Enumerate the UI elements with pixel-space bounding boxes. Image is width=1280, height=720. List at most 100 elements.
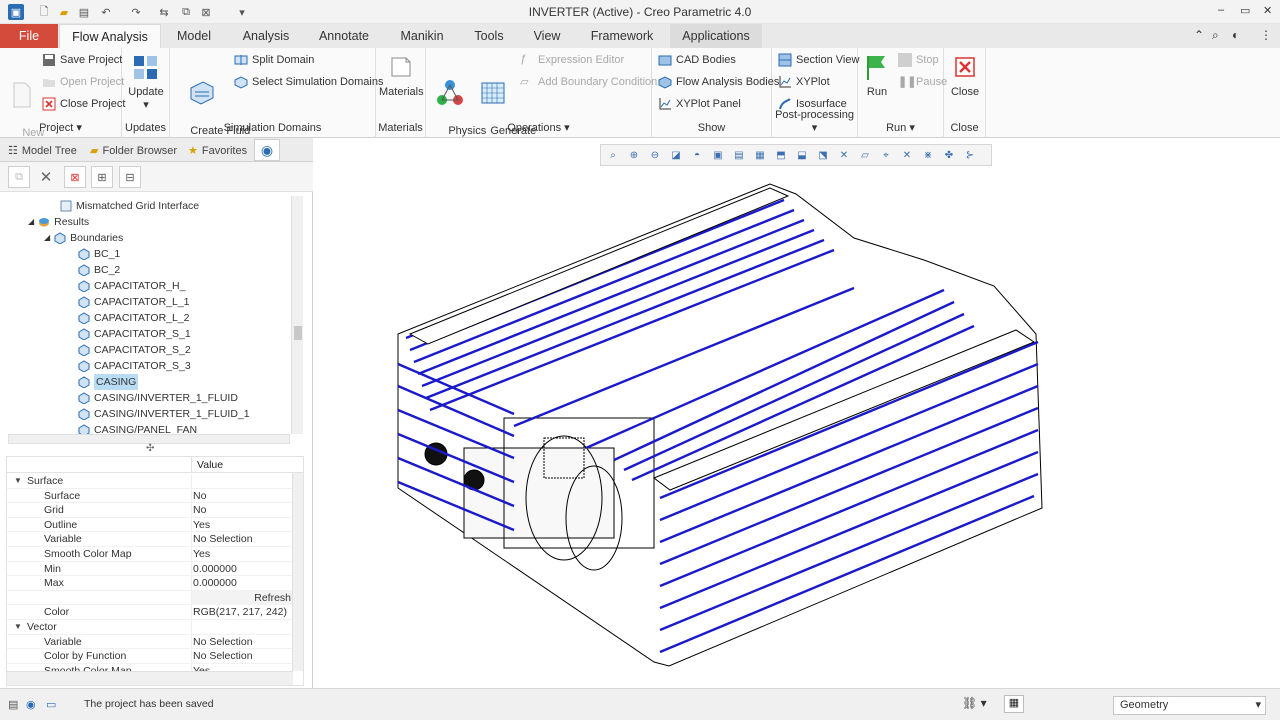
property-value[interactable]: No Selection xyxy=(193,532,253,547)
property-value[interactable]: 0.000000 xyxy=(193,562,237,577)
maximize-icon[interactable]: ▭ xyxy=(1240,4,1250,17)
expand-arrow-icon[interactable]: ◢ xyxy=(44,230,50,246)
browser-toggle-icon[interactable]: ▭ xyxy=(46,698,56,711)
xyplot-panel-button[interactable]: XYPlot Panel xyxy=(658,97,741,111)
property-row[interactable]: Variable No Selection xyxy=(7,634,293,650)
splitter-handle[interactable]: ✣ xyxy=(146,443,154,454)
property-row[interactable]: Smooth Color Map Yes xyxy=(7,547,293,562)
graphics-viewport[interactable]: ⌕ ⊕ ⊖ ◪ ◓ ▣ ▤ ▦ ⬒ ⬓ ⬔ ✕ ▱ ⌖ ✕ ⋇ ✤ ⊱ xyxy=(314,138,1280,688)
update-button[interactable]: Update ▾ xyxy=(126,52,166,112)
close-icon[interactable]: ✕ xyxy=(1263,4,1272,17)
property-category[interactable]: ▼ Surface xyxy=(7,474,293,489)
scroll-thumb[interactable] xyxy=(294,326,302,340)
property-category[interactable]: ▼ Vector xyxy=(7,620,293,635)
tab-model[interactable]: Model xyxy=(162,24,226,48)
xyplot-button[interactable]: XYPlot xyxy=(778,75,830,89)
split-domain-button[interactable]: Split Domain xyxy=(234,53,314,67)
expression-editor-button[interactable]: ƒ Expression Editor xyxy=(520,53,624,67)
search-icon[interactable]: ⌕ xyxy=(1212,28,1219,43)
property-value[interactable]: 0.000000 xyxy=(193,576,237,591)
tree-item[interactable]: CAPACITATOR_S_1 xyxy=(78,326,191,342)
tab-tools[interactable]: Tools xyxy=(464,24,514,48)
property-value[interactable]: RGB(217, 217, 242) xyxy=(193,605,287,620)
collapse-arrow-icon[interactable]: ▼ xyxy=(14,474,22,489)
flow-analysis-bodies-button[interactable]: Flow Analysis Bodies xyxy=(658,75,779,89)
tab-manikin[interactable]: Manikin xyxy=(390,24,454,48)
tab-flow-analysis-tree[interactable]: ◉ xyxy=(254,139,280,161)
tree-item-casing-selected[interactable]: CASING xyxy=(78,374,139,390)
layout-icon[interactable]: ▤ xyxy=(8,698,18,711)
tree-item[interactable]: CAPACITATOR_H_ xyxy=(78,278,185,294)
property-row[interactable]: Outline Yes xyxy=(7,517,293,533)
tree-item[interactable]: Mismatched Grid Interface xyxy=(60,198,199,214)
tree-item[interactable]: CAPACITATOR_S_2 xyxy=(78,342,191,358)
property-value[interactable]: Yes xyxy=(193,547,210,562)
property-row[interactable]: Min 0.000000 xyxy=(7,561,293,577)
group-label-post-processing[interactable]: Post-processing ▾ xyxy=(772,109,857,134)
run-button[interactable]: Run xyxy=(862,52,892,99)
tree-item[interactable]: CAPACITATOR_L_2 xyxy=(78,310,190,326)
tab-framework[interactable]: Framework xyxy=(582,24,662,48)
property-value[interactable]: Yes xyxy=(193,518,210,533)
property-row[interactable]: Color by Function No Selection xyxy=(7,649,293,664)
stop-button[interactable]: Stop xyxy=(898,53,939,67)
navigator-toggle-icon[interactable]: ◉ xyxy=(26,698,36,711)
tree-item[interactable]: CASING/INVERTER_1_FLUID xyxy=(78,390,238,406)
inverter-3d-model[interactable] xyxy=(314,138,1280,688)
tab-flow-analysis[interactable]: Flow Analysis xyxy=(59,24,161,48)
tab-applications[interactable]: Applications xyxy=(670,24,762,48)
tree-item[interactable]: BC_2 xyxy=(78,262,120,278)
more-icon[interactable]: ⋮ xyxy=(1260,28,1272,42)
expand-all-icon[interactable]: ⊞ xyxy=(91,166,113,188)
cad-bodies-button[interactable]: CAD Bodies xyxy=(658,53,736,67)
close-project-button[interactable]: Close Project xyxy=(42,97,125,111)
tree-scrollbar[interactable] xyxy=(291,196,303,434)
group-label-run[interactable]: Run ▾ xyxy=(858,121,943,134)
property-value[interactable]: No xyxy=(193,489,206,504)
help-icon[interactable]: ◐ xyxy=(1232,28,1239,42)
section-view-button[interactable]: Section View xyxy=(778,53,859,67)
minimize-icon[interactable]: – xyxy=(1218,4,1224,16)
collapse-arrow-icon[interactable]: ▼ xyxy=(14,620,22,635)
selection-filter-dropdown[interactable]: Geometry ▾ xyxy=(1113,696,1266,715)
property-row[interactable]: Variable No Selection xyxy=(7,532,293,547)
model-display-icon[interactable]: ▦ xyxy=(1004,695,1024,713)
remove-item-icon[interactable]: ⊠ xyxy=(64,166,86,188)
save-project-button[interactable]: Save Project xyxy=(42,53,122,67)
property-row[interactable]: Max 0.000000 xyxy=(7,576,293,591)
tree-item-boundaries[interactable]: ◢ Boundaries xyxy=(44,230,123,246)
collapse-all-icon[interactable]: ⊟ xyxy=(119,166,141,188)
refresh-button[interactable]: Refresh xyxy=(192,590,293,605)
property-row[interactable]: Color RGB(217, 217, 242) xyxy=(7,605,293,620)
tree-item[interactable]: CASING/INVERTER_1_FLUID_1 xyxy=(78,406,250,422)
tab-favorites[interactable]: ★ Favorites xyxy=(188,141,247,161)
delete-icon[interactable]: ✕ xyxy=(35,166,57,188)
property-row[interactable]: Surface No xyxy=(7,488,293,504)
property-row[interactable]: Grid No xyxy=(7,503,293,518)
tree-item-results[interactable]: ◢ Results xyxy=(28,214,89,230)
close-button[interactable]: Close xyxy=(949,52,981,99)
property-value[interactable]: No Selection xyxy=(193,649,253,664)
tab-file[interactable]: File xyxy=(0,24,58,48)
properties-scrollbar[interactable] xyxy=(292,473,303,671)
properties-hscrollbar[interactable] xyxy=(7,671,293,685)
tree-item[interactable]: CAPACITATOR_L_1 xyxy=(78,294,190,310)
add-boundary-condition-button[interactable]: ▱ Add Boundary Condition xyxy=(520,75,657,89)
property-value[interactable]: No Selection xyxy=(193,635,253,650)
pause-button[interactable]: ❚❚ Pause xyxy=(898,75,947,89)
group-label-operations[interactable]: Operations ▾ xyxy=(426,121,651,134)
open-project-button[interactable]: Open Project xyxy=(42,75,124,89)
tab-view[interactable]: View xyxy=(522,24,572,48)
chevron-up-icon[interactable]: ⌃ xyxy=(1194,28,1204,42)
tab-folder-browser[interactable]: ▰ Folder Browser xyxy=(90,141,177,161)
group-label-project[interactable]: Project ▾ xyxy=(0,121,121,134)
tab-model-tree[interactable]: ☷ Model Tree xyxy=(8,141,77,161)
tab-annotate[interactable]: Annotate xyxy=(308,24,380,48)
property-row[interactable]: Refresh xyxy=(7,590,293,606)
tree-item[interactable]: CAPACITATOR_S_3 xyxy=(78,358,191,374)
expand-arrow-icon[interactable]: ◢ xyxy=(28,214,34,230)
copy-icon[interactable]: ⧉ xyxy=(8,166,30,188)
selection-filter-icon[interactable]: ⛓ ▾ xyxy=(962,696,987,710)
materials-button[interactable]: Materials xyxy=(379,52,424,99)
tab-analysis[interactable]: Analysis xyxy=(232,24,300,48)
